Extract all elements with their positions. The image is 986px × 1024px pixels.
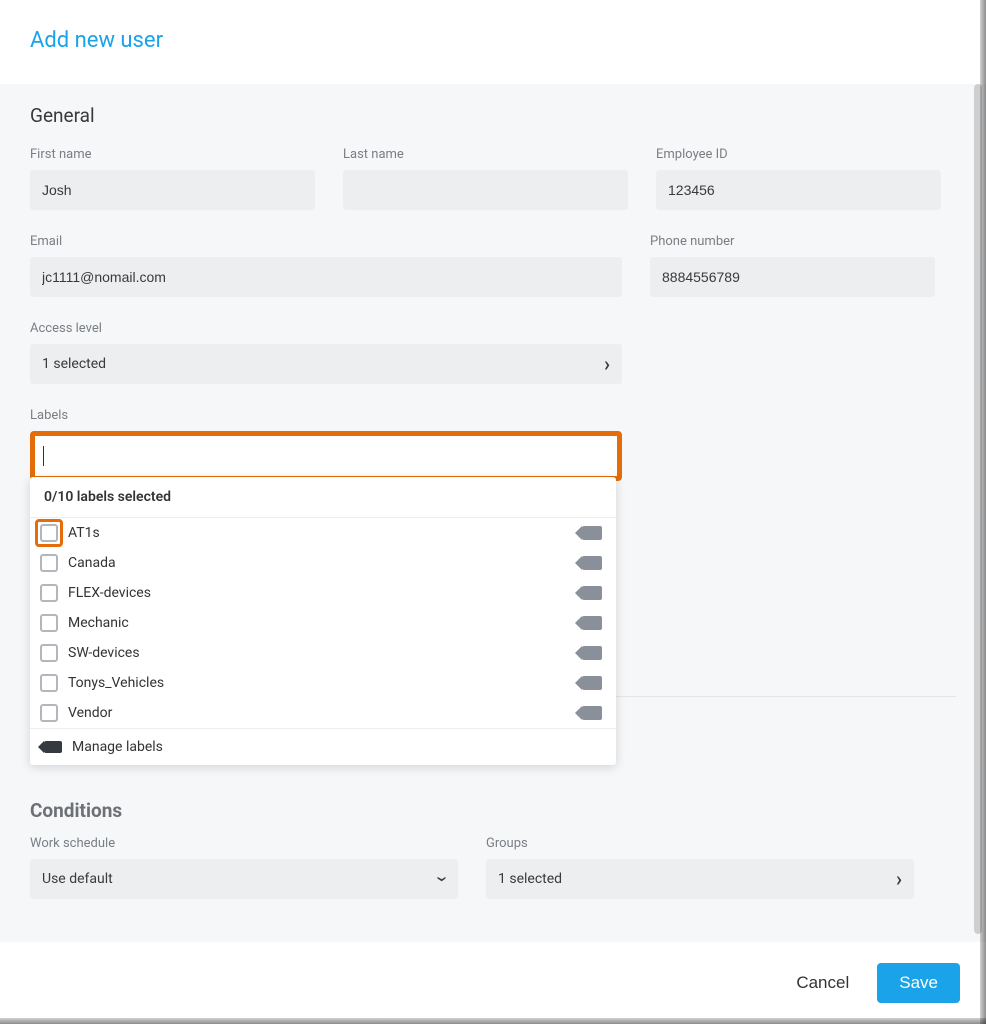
work-schedule-label: Work schedule <box>30 836 458 851</box>
shadow-decoration <box>0 1018 986 1024</box>
text-cursor-icon <box>43 446 44 466</box>
first-name-input[interactable] <box>30 170 315 210</box>
groups-label: Groups <box>486 836 914 851</box>
labels-option[interactable]: Canada <box>30 548 616 578</box>
labels-label: Labels <box>30 408 622 423</box>
labels-option[interactable]: Tonys_Vehicles <box>30 668 616 698</box>
labels-option-label: FLEX-devices <box>68 585 151 601</box>
section-general: General First name Last name Employee ID <box>0 84 986 491</box>
access-level-label: Access level <box>30 321 622 336</box>
labels-input-highlight <box>30 431 622 481</box>
access-level-value: 1 selected <box>42 356 106 372</box>
checkbox-icon[interactable] <box>40 584 58 602</box>
labels-search-input[interactable] <box>46 436 609 476</box>
employee-id-input[interactable] <box>656 170 941 210</box>
labels-option[interactable]: SW-devices <box>30 638 616 668</box>
tag-icon <box>582 676 602 690</box>
employee-id-label: Employee ID <box>656 147 941 162</box>
checkbox-icon[interactable] <box>40 554 58 572</box>
labels-dropdown: 0/10 labels selected AT1s <box>30 477 616 765</box>
checkbox-icon[interactable] <box>40 524 58 542</box>
labels-selected-count: 0/10 labels selected <box>30 477 616 518</box>
phone-input[interactable] <box>650 257 935 297</box>
labels-option-list: AT1s Canada <box>30 518 616 728</box>
labels-option[interactable]: Mechanic <box>30 608 616 638</box>
tag-icon <box>582 586 602 600</box>
tag-icon <box>582 526 602 540</box>
labels-option[interactable]: FLEX-devices <box>30 578 616 608</box>
section-general-title: General <box>30 104 956 127</box>
checkbox-icon[interactable] <box>40 674 58 692</box>
page-title: Add new user <box>30 28 956 53</box>
work-schedule-select[interactable]: Use default <box>30 859 458 899</box>
labels-option-label: Vendor <box>68 705 112 721</box>
checkbox-icon[interactable] <box>40 614 58 632</box>
section-conditions: Work schedule Use default Groups 1 selec… <box>0 836 986 929</box>
form-scroll-area: General First name Last name Employee ID <box>0 84 986 942</box>
labels-option-label: Canada <box>68 555 116 571</box>
manage-labels-label: Manage labels <box>72 739 163 755</box>
footer-actions: Cancel Save <box>0 942 986 1024</box>
cancel-button[interactable]: Cancel <box>786 965 859 1001</box>
checkbox-icon[interactable] <box>40 644 58 662</box>
chevron-right-icon <box>896 869 902 890</box>
shadow-decoration <box>980 0 986 1024</box>
phone-label: Phone number <box>650 234 935 249</box>
email-input[interactable] <box>30 257 622 297</box>
tag-icon <box>582 556 602 570</box>
access-level-select[interactable]: 1 selected <box>30 344 622 384</box>
save-button[interactable]: Save <box>877 963 960 1003</box>
checkbox-icon[interactable] <box>40 704 58 722</box>
manage-labels-button[interactable]: Manage labels <box>30 728 616 765</box>
chevron-right-icon <box>604 354 610 375</box>
labels-option-label: Tonys_Vehicles <box>68 675 164 691</box>
labels-option-label: SW-devices <box>68 645 140 661</box>
labels-option-label: Mechanic <box>68 615 129 631</box>
tag-icon <box>582 616 602 630</box>
tag-icon <box>582 706 602 720</box>
groups-value: 1 selected <box>498 871 562 887</box>
tag-icon <box>44 741 62 753</box>
tag-icon <box>582 646 602 660</box>
first-name-label: First name <box>30 147 315 162</box>
email-label: Email <box>30 234 622 249</box>
labels-option[interactable]: Vendor <box>30 698 616 728</box>
last-name-input[interactable] <box>343 170 628 210</box>
labels-option-label: AT1s <box>68 525 100 541</box>
labels-option[interactable]: AT1s <box>30 518 616 548</box>
last-name-label: Last name <box>343 147 628 162</box>
section-conditions-title: Conditions <box>0 799 986 836</box>
chevron-down-icon <box>440 869 446 890</box>
work-schedule-value: Use default <box>42 871 113 887</box>
groups-select[interactable]: 1 selected <box>486 859 914 899</box>
